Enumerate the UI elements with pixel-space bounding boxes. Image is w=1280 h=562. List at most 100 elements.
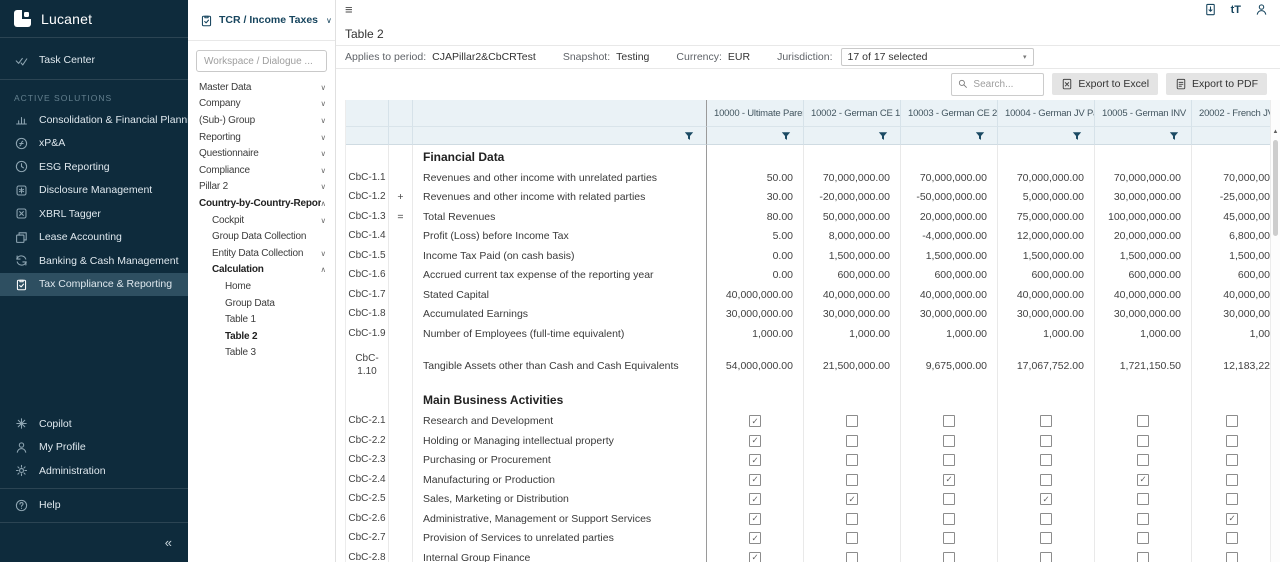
checkbox[interactable] xyxy=(1040,532,1052,544)
checkbox[interactable] xyxy=(1040,513,1052,525)
workspace-switcher[interactable]: TCR / Income Taxes ∨ xyxy=(188,0,335,41)
tree-item-entity-data-collection[interactable]: Entity Data Collection∨ xyxy=(188,245,335,262)
checkbox[interactable]: ✓ xyxy=(749,474,761,486)
checkbox[interactable] xyxy=(846,454,858,466)
sidebar-item-xp-a[interactable]: xP&A xyxy=(0,132,188,156)
checkbox[interactable]: ✓ xyxy=(943,474,955,486)
checkbox[interactable] xyxy=(846,435,858,447)
text-size-icon[interactable]: tT xyxy=(1231,4,1241,16)
tree-item-table-3[interactable]: Table 3 xyxy=(188,345,335,362)
scroll-up-icon[interactable]: ▲ xyxy=(1271,129,1280,135)
checkbox[interactable] xyxy=(1137,435,1149,447)
checkbox[interactable] xyxy=(1040,552,1052,562)
filter-icon[interactable] xyxy=(781,131,791,141)
user-icon[interactable] xyxy=(1255,3,1268,16)
jurisdiction-select[interactable]: 17 of 17 selected ▾ xyxy=(841,48,1034,66)
tree-item-home[interactable]: Home xyxy=(188,278,335,295)
filter-icon[interactable] xyxy=(1072,131,1082,141)
tree-item-compliance[interactable]: Compliance∨ xyxy=(188,162,335,179)
checkbox[interactable]: ✓ xyxy=(749,415,761,427)
sidebar-item-consolidation-financial-planning[interactable]: Consolidation & Financial Planning xyxy=(0,108,188,132)
checkbox[interactable]: ✓ xyxy=(749,552,761,562)
sidebar-item-administration[interactable]: Administration xyxy=(0,459,188,483)
filter-icon[interactable] xyxy=(684,131,694,141)
checkbox[interactable] xyxy=(1226,532,1238,544)
checkbox[interactable] xyxy=(943,415,955,427)
tree-item-reporting[interactable]: Reporting∨ xyxy=(188,129,335,146)
tree-item-group-data-collection[interactable]: Group Data Collection xyxy=(188,228,335,245)
checkbox[interactable]: ✓ xyxy=(1226,513,1238,525)
sidebar-item-copilot[interactable]: Copilot xyxy=(0,412,188,436)
sidebar-item-banking-cash-management[interactable]: Banking & Cash Management xyxy=(0,249,188,273)
table-search-input[interactable] xyxy=(973,79,1037,90)
export-excel-button[interactable]: Export to Excel xyxy=(1052,73,1158,95)
filter-icon[interactable] xyxy=(878,131,888,141)
checkbox[interactable] xyxy=(943,435,955,447)
checkbox[interactable]: ✓ xyxy=(1040,493,1052,505)
checkbox[interactable] xyxy=(846,552,858,562)
tree-item-table-1[interactable]: Table 1 xyxy=(188,311,335,328)
tree-item-master-data[interactable]: Master Data∨ xyxy=(188,79,335,96)
checkbox[interactable] xyxy=(1137,493,1149,505)
checkbox[interactable] xyxy=(943,513,955,525)
checkbox[interactable] xyxy=(846,415,858,427)
column-header-cell[interactable]: 10005 - German INV xyxy=(1095,100,1192,127)
column-header-cell[interactable]: 10000 - Ultimate Parent ... xyxy=(707,100,804,127)
checkbox[interactable]: ✓ xyxy=(749,454,761,466)
sidebar-collapse-button[interactable]: « xyxy=(0,528,188,562)
checkbox[interactable] xyxy=(1226,474,1238,486)
filter-icon[interactable] xyxy=(1169,131,1179,141)
checkbox[interactable] xyxy=(846,513,858,525)
checkbox[interactable] xyxy=(846,532,858,544)
checkbox[interactable] xyxy=(1226,435,1238,447)
checkbox[interactable] xyxy=(1137,415,1149,427)
filter-icon[interactable] xyxy=(975,131,985,141)
tree-item-questionnaire[interactable]: Questionnaire∨ xyxy=(188,145,335,162)
tree-item-country-by-country-reporting[interactable]: Country-by-Country-Reporting∧ xyxy=(188,195,335,212)
checkbox[interactable] xyxy=(1137,454,1149,466)
sidebar-item-xbrl-tagger[interactable]: XBRL Tagger xyxy=(0,202,188,226)
tree-item-cockpit[interactable]: Cockpit∨ xyxy=(188,212,335,229)
export-pdf-button[interactable]: Export to PDF xyxy=(1166,73,1267,95)
sidebar-item-lease-accounting[interactable]: Lease Accounting xyxy=(0,226,188,250)
vertical-scrollbar[interactable]: ▲ xyxy=(1270,100,1280,562)
checkbox[interactable] xyxy=(1137,532,1149,544)
tree-item-sub-group[interactable]: (Sub-) Group∨ xyxy=(188,112,335,129)
checkbox[interactable]: ✓ xyxy=(749,532,761,544)
checkbox[interactable] xyxy=(1137,513,1149,525)
checkbox[interactable] xyxy=(1226,493,1238,505)
checkbox[interactable] xyxy=(943,532,955,544)
checkbox[interactable]: ✓ xyxy=(846,493,858,505)
column-header-cell[interactable]: 10004 - German JV Par... xyxy=(998,100,1095,127)
tree-item-pillar-2[interactable]: Pillar 2∨ xyxy=(188,179,335,196)
checkbox[interactable] xyxy=(1137,552,1149,562)
checkbox[interactable] xyxy=(846,474,858,486)
column-header-cell[interactable]: 10002 - German CE 1 xyxy=(804,100,901,127)
checkbox[interactable]: ✓ xyxy=(749,493,761,505)
sidebar-item-disclosure-management[interactable]: Disclosure Management xyxy=(0,179,188,203)
sidebar-item-tax-compliance-reporting[interactable]: Tax Compliance & Reporting xyxy=(0,273,188,297)
checkbox[interactable]: ✓ xyxy=(1137,474,1149,486)
tree-item-calculation[interactable]: Calculation∧ xyxy=(188,262,335,279)
table-search[interactable] xyxy=(951,73,1044,96)
sidebar-item-task-center[interactable]: Task Center xyxy=(0,48,188,72)
checkbox[interactable] xyxy=(1040,435,1052,447)
checkbox[interactable] xyxy=(1226,454,1238,466)
sidebar-item-help[interactable]: Help xyxy=(0,494,188,518)
tree-item-table-2[interactable]: Table 2 xyxy=(188,328,335,345)
scrollbar-thumb[interactable] xyxy=(1273,140,1278,236)
export-document-icon[interactable] xyxy=(1204,3,1217,16)
checkbox[interactable]: ✓ xyxy=(749,435,761,447)
checkbox[interactable] xyxy=(1040,454,1052,466)
checkbox[interactable] xyxy=(1040,415,1052,427)
workspace-search-input[interactable] xyxy=(196,50,327,72)
tree-item-group-data[interactable]: Group Data xyxy=(188,295,335,312)
sidebar-item-my-profile[interactable]: My Profile xyxy=(0,436,188,460)
checkbox[interactable] xyxy=(1040,474,1052,486)
menu-icon[interactable]: ≡ xyxy=(345,2,353,17)
checkbox[interactable] xyxy=(943,552,955,562)
sidebar-item-esg-reporting[interactable]: ESG Reporting xyxy=(0,155,188,179)
checkbox[interactable] xyxy=(1226,552,1238,562)
checkbox[interactable]: ✓ xyxy=(749,513,761,525)
column-header-cell[interactable]: 20002 - French JV CE xyxy=(1192,100,1271,127)
